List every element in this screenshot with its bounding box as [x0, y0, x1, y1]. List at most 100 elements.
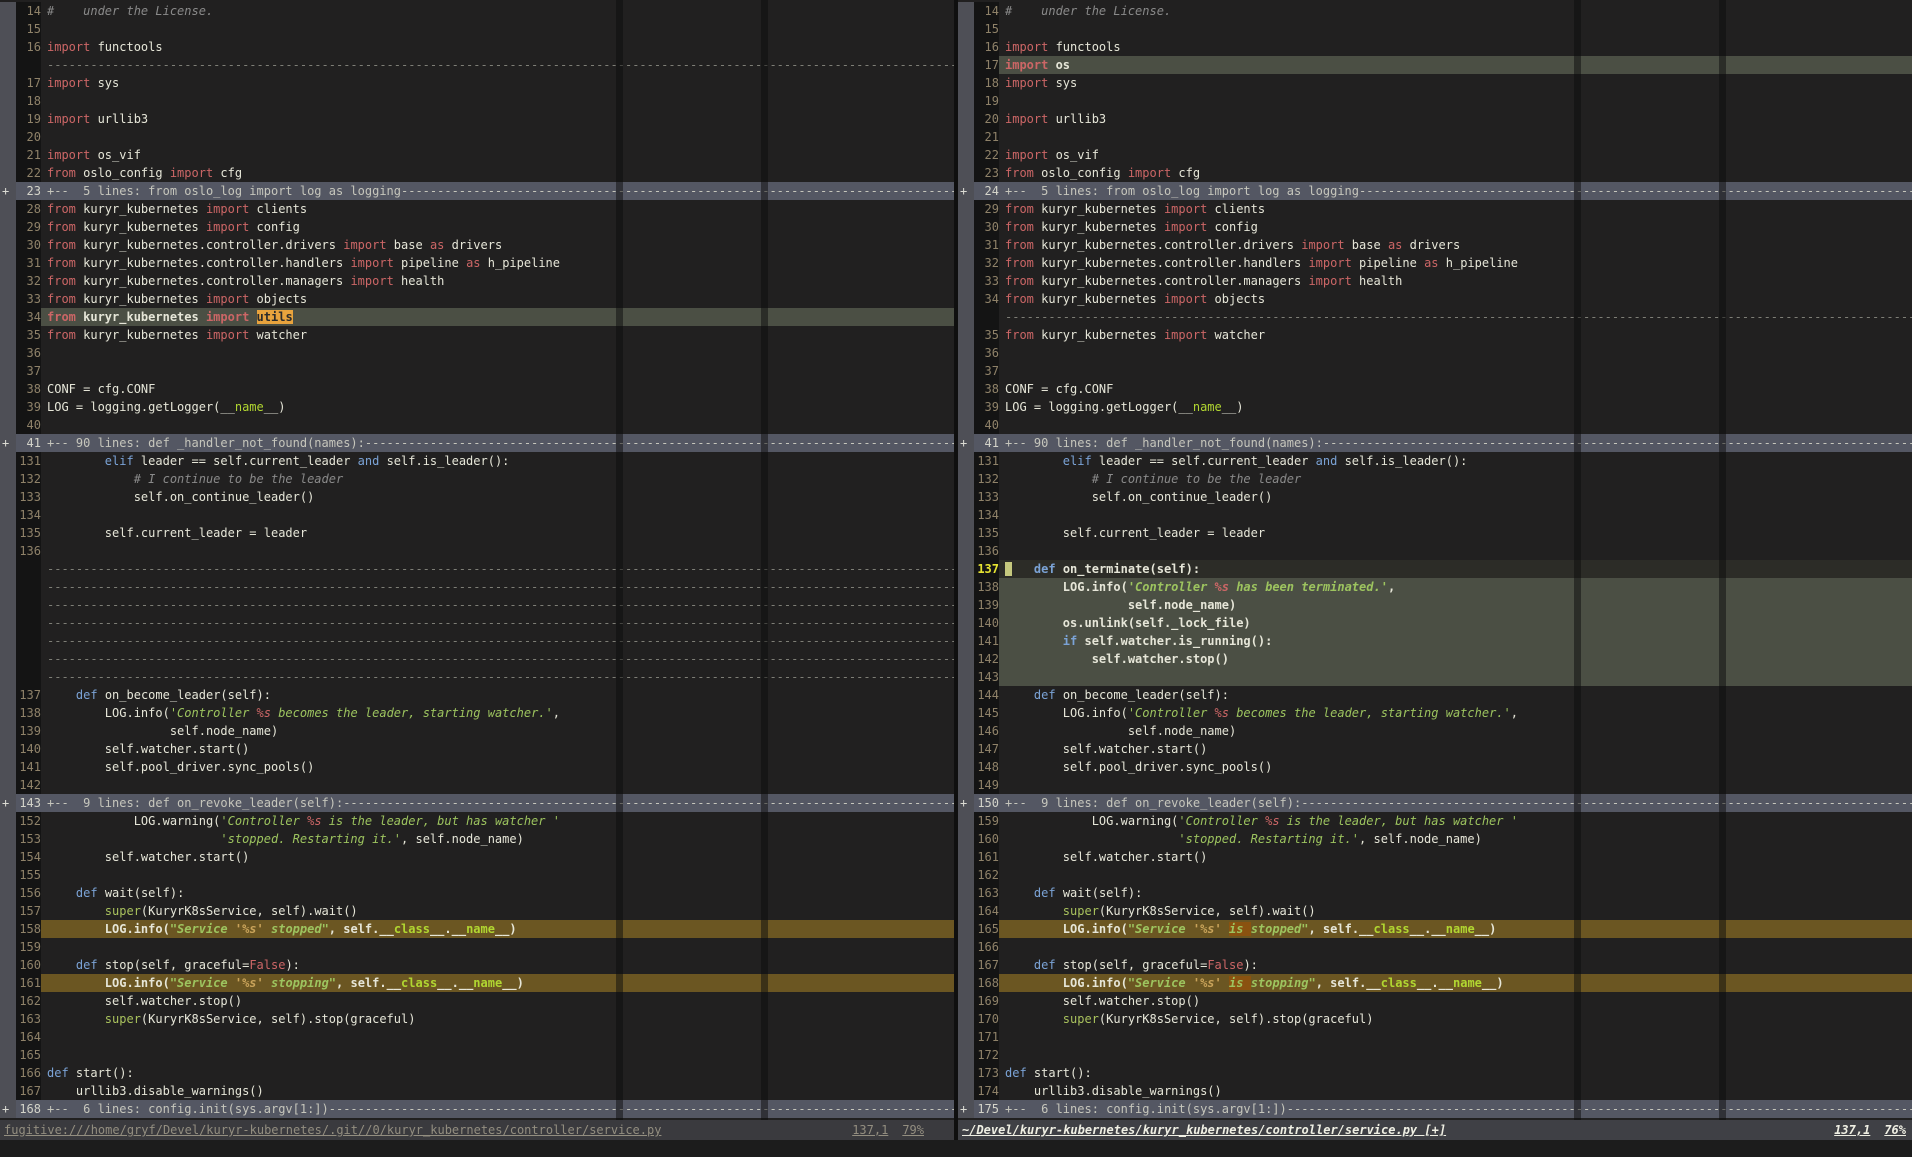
code-line[interactable]: 173def start():: [958, 1064, 1912, 1082]
code-line[interactable]: 163 super(KuryrK8sService, self).stop(gr…: [0, 1010, 954, 1028]
code-line[interactable]: 166: [958, 938, 1912, 956]
code-line[interactable]: 165: [0, 1046, 954, 1064]
code-line[interactable]: 32from kuryr_kubernetes.controller.handl…: [958, 254, 1912, 272]
code-line[interactable]: 23from oslo_config import cfg: [958, 164, 1912, 182]
code-line[interactable]: 40: [958, 416, 1912, 434]
code-line[interactable]: 20: [0, 128, 954, 146]
code-line[interactable]: 15: [958, 20, 1912, 38]
code-line[interactable]: 143: [958, 668, 1912, 686]
code-line[interactable]: 163 def wait(self):: [958, 884, 1912, 902]
code-line[interactable]: 134: [958, 506, 1912, 524]
code-line[interactable]: 136: [958, 542, 1912, 560]
code-line[interactable]: 154 self.watcher.start(): [0, 848, 954, 866]
code-line[interactable]: 169 self.watcher.stop(): [958, 992, 1912, 1010]
code-line[interactable]: 133 self.on_continue_leader(): [958, 488, 1912, 506]
code-line[interactable]: 39LOG = logging.getLogger(__name__): [0, 398, 954, 416]
code-line[interactable]: 36: [958, 344, 1912, 362]
code-line[interactable]: 140 self.watcher.start(): [0, 740, 954, 758]
fold-marker-icon[interactable]: +: [958, 434, 974, 452]
code-line[interactable]: 171: [958, 1028, 1912, 1046]
code-line[interactable]: 29from kuryr_kubernetes import clients: [958, 200, 1912, 218]
fold-marker-icon[interactable]: +: [0, 794, 16, 812]
code-line[interactable]: 162 self.watcher.stop(): [0, 992, 954, 1010]
code-line[interactable]: 165 LOG.info("Service '%s' is stopped", …: [958, 920, 1912, 938]
fold-line[interactable]: +41+-- 90 lines: def _handler_not_found(…: [958, 434, 1912, 452]
code-line[interactable]: 153 'stopped. Restarting it.', self.node…: [0, 830, 954, 848]
code-line[interactable]: 40: [0, 416, 954, 434]
code-line[interactable]: 162: [958, 866, 1912, 884]
code-line[interactable]: 20import urllib3: [958, 110, 1912, 128]
code-line[interactable]: 164: [0, 1028, 954, 1046]
diff-filler-line[interactable]: ----------------------------------------…: [0, 596, 954, 614]
code-line[interactable]: 142: [0, 776, 954, 794]
code-line[interactable]: 16import functools: [0, 38, 954, 56]
code-line[interactable]: 37: [958, 362, 1912, 380]
code-line[interactable]: 161 LOG.info("Service '%s' stopping", se…: [0, 974, 954, 992]
code-line[interactable]: 19: [958, 92, 1912, 110]
code-line[interactable]: 18: [0, 92, 954, 110]
statusline-inactive[interactable]: fugitive:///home/gryf/Devel/kuryr-kubern…: [0, 1120, 954, 1140]
code-line[interactable]: 17import os: [958, 56, 1912, 74]
fold-marker-icon[interactable]: +: [0, 434, 16, 452]
code-line[interactable]: 29from kuryr_kubernetes import config: [0, 218, 954, 236]
code-line[interactable]: 158 LOG.info("Service '%s' stopped", sel…: [0, 920, 954, 938]
code-line[interactable]: 159 LOG.warning('Controller %s is the le…: [958, 812, 1912, 830]
code-line[interactable]: 139 self.node_name): [0, 722, 954, 740]
code-line[interactable]: 155: [0, 866, 954, 884]
code-line[interactable]: 28from kuryr_kubernetes import clients: [0, 200, 954, 218]
code-line[interactable]: 139 self.node_name): [958, 596, 1912, 614]
code-line[interactable]: 134: [0, 506, 954, 524]
code-line[interactable]: 138 LOG.info('Controller %s has been ter…: [958, 578, 1912, 596]
code-line[interactable]: 18import sys: [958, 74, 1912, 92]
diff-pane-left[interactable]: 14# under the License. 15 16import funct…: [0, 0, 954, 1120]
code-line[interactable]: 15: [0, 20, 954, 38]
code-line[interactable]: 145 LOG.info('Controller %s becomes the …: [958, 704, 1912, 722]
fold-marker-icon[interactable]: +: [958, 182, 974, 200]
code-line[interactable]: 141 if self.watcher.is_running():: [958, 632, 1912, 650]
code-line[interactable]: 31from kuryr_kubernetes.controller.drive…: [958, 236, 1912, 254]
code-line[interactable]: 21import os_vif: [0, 146, 954, 164]
diff-filler-line[interactable]: ----------------------------------------…: [958, 308, 1912, 326]
code-line[interactable]: 17import sys: [0, 74, 954, 92]
code-line[interactable]: 34from kuryr_kubernetes import objects: [958, 290, 1912, 308]
code-line[interactable]: 156 def wait(self):: [0, 884, 954, 902]
code-line[interactable]: 160 'stopped. Restarting it.', self.node…: [958, 830, 1912, 848]
code-line[interactable]: 32from kuryr_kubernetes.controller.manag…: [0, 272, 954, 290]
code-line[interactable]: 146 self.node_name): [958, 722, 1912, 740]
code-line[interactable]: 152 LOG.warning('Controller %s is the le…: [0, 812, 954, 830]
code-line[interactable]: 133 self.on_continue_leader(): [0, 488, 954, 506]
fold-line[interactable]: +23+-- 5 lines: from oslo_log import log…: [0, 182, 954, 200]
fold-line[interactable]: +175+-- 6 lines: config.init(sys.argv[1:…: [958, 1100, 1912, 1118]
code-line[interactable]: 160 def stop(self, graceful=False):: [0, 956, 954, 974]
fold-line[interactable]: +150+-- 9 lines: def on_revoke_leader(se…: [958, 794, 1912, 812]
diff-filler-line[interactable]: ----------------------------------------…: [0, 668, 954, 686]
code-line[interactable]: 37: [0, 362, 954, 380]
code-line[interactable]: 136: [0, 542, 954, 560]
code-line[interactable]: 135 self.current_leader = leader: [958, 524, 1912, 542]
fold-marker-icon[interactable]: +: [0, 182, 16, 200]
code-line[interactable]: 39LOG = logging.getLogger(__name__): [958, 398, 1912, 416]
code-line[interactable]: 157 super(KuryrK8sService, self).wait(): [0, 902, 954, 920]
code-line[interactable]: 30from kuryr_kubernetes import config: [958, 218, 1912, 236]
code-line[interactable]: 14# under the License.: [958, 2, 1912, 20]
code-line[interactable]: 19import urllib3: [0, 110, 954, 128]
code-line[interactable]: 138 LOG.info('Controller %s becomes the …: [0, 704, 954, 722]
code-line[interactable]: 149: [958, 776, 1912, 794]
code-line[interactable]: 16import functools: [958, 38, 1912, 56]
code-line[interactable]: 38CONF = cfg.CONF: [958, 380, 1912, 398]
diff-filler-line[interactable]: ----------------------------------------…: [0, 560, 954, 578]
code-line[interactable]: 35from kuryr_kubernetes import watcher: [0, 326, 954, 344]
code-line[interactable]: 137 def on_become_leader(self):: [0, 686, 954, 704]
fold-line[interactable]: +24+-- 5 lines: from oslo_log import log…: [958, 182, 1912, 200]
code-line[interactable]: 14# under the License.: [0, 2, 954, 20]
code-line[interactable]: 131 elif leader == self.current_leader a…: [958, 452, 1912, 470]
code-line[interactable]: 164 super(KuryrK8sService, self).wait(): [958, 902, 1912, 920]
code-line[interactable]: 131 elif leader == self.current_leader a…: [0, 452, 954, 470]
command-line[interactable]: [0, 1140, 1912, 1157]
code-line[interactable]: 21: [958, 128, 1912, 146]
code-line[interactable]: 170 super(KuryrK8sService, self).stop(gr…: [958, 1010, 1912, 1028]
code-line[interactable]: 135 self.current_leader = leader: [0, 524, 954, 542]
fold-marker-icon[interactable]: +: [0, 1100, 16, 1118]
code-line[interactable]: 147 self.watcher.start(): [958, 740, 1912, 758]
code-line[interactable]: 22from oslo_config import cfg: [0, 164, 954, 182]
